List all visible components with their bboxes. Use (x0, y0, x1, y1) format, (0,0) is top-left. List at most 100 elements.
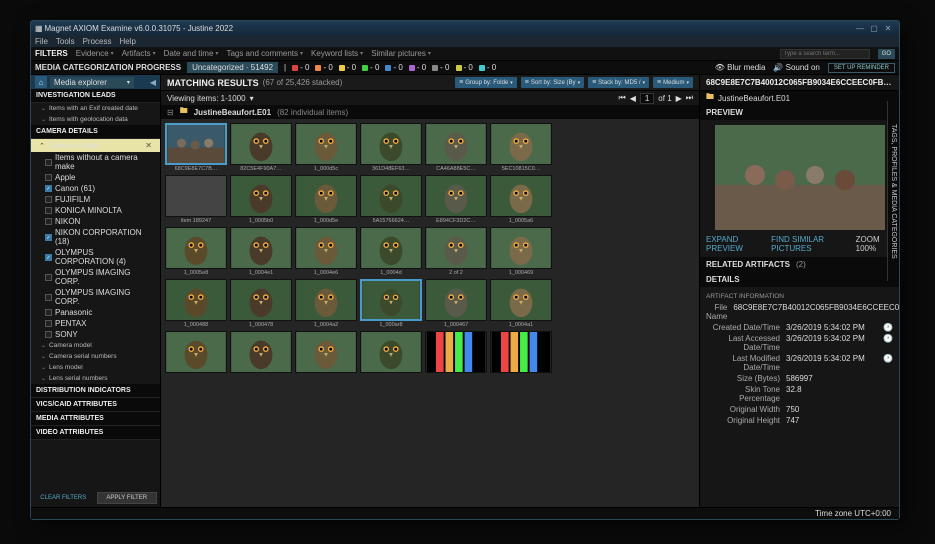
close-icon[interactable]: ✕ (881, 24, 895, 33)
menu-file[interactable]: File (35, 37, 48, 46)
go-button[interactable]: GO (878, 49, 895, 59)
checkbox[interactable] (45, 207, 52, 214)
checkbox[interactable] (45, 320, 52, 327)
checkbox[interactable] (45, 331, 52, 338)
thumb-size-dropdown[interactable]: Medium (653, 77, 693, 88)
group-by-dropdown[interactable]: Group by: Folde (455, 77, 517, 88)
section-head[interactable]: MEDIA ATTRIBUTES (31, 412, 160, 426)
thumbnail[interactable]: 1_0004e6 (295, 227, 357, 277)
category-chip[interactable]: - 0 (432, 63, 449, 72)
camera-make-item[interactable]: FUJIFILM (31, 194, 160, 205)
sort-by-dropdown[interactable]: Sort by: Size (By (521, 77, 584, 88)
related-artifacts-head[interactable]: RELATED ARTIFACTS(2)⌄ (700, 257, 899, 272)
details-head[interactable]: DETAILS⌃ (700, 272, 899, 287)
apply-filter-button[interactable]: APPLY FILTER (97, 492, 158, 504)
first-page-icon[interactable]: ⏮ (618, 93, 625, 103)
filter-evidence[interactable]: Evidence (76, 49, 114, 58)
thumbnail[interactable]: 2 of 2 (425, 227, 487, 277)
thumbnail[interactable]: 1_0005a6 (490, 175, 552, 225)
camera-make-item[interactable]: KONICA MINOLTA (31, 205, 160, 216)
preview-image[interactable] (715, 125, 885, 230)
section-head[interactable]: VICS/CAID ATTRIBUTES (31, 398, 160, 412)
checkbox[interactable] (45, 234, 52, 241)
thumbnail[interactable]: 1_0005e8 (165, 227, 227, 277)
thumbnail[interactable] (490, 331, 552, 375)
detail-breadcrumb[interactable]: JustineBeaufort.E01 (718, 94, 790, 103)
filter-artifacts[interactable]: Artifacts (122, 49, 156, 58)
category-chip[interactable]: - 0 (339, 63, 356, 72)
clock-icon[interactable]: 🕐 (883, 323, 893, 332)
thumbnail[interactable] (360, 331, 422, 375)
checkbox[interactable] (45, 254, 52, 261)
last-page-icon[interactable]: ⏭ (686, 93, 693, 103)
thumbnail[interactable]: 361D48EF63… (360, 123, 422, 173)
filter-keyword-lists[interactable]: Keyword lists (311, 49, 363, 58)
thumbnail[interactable] (425, 331, 487, 375)
thumbnail[interactable] (230, 331, 292, 375)
camera-make-item[interactable]: OLYMPUS CORPORATION (4) (31, 247, 160, 267)
menu-process[interactable]: Process (83, 37, 112, 46)
uncategorized-chip[interactable]: Uncategorized · 51492 (187, 62, 278, 73)
thumbnail[interactable] (295, 331, 357, 375)
blur-toggle[interactable]: 👁 Blur media (715, 63, 766, 72)
home-icon[interactable]: ⌂ (35, 76, 47, 88)
camera-make-group[interactable]: Camera make✕ (31, 139, 160, 152)
thumbnail[interactable]: 68C9E8E7C7B… (165, 123, 227, 173)
thumbnail[interactable]: CA46A88E5C… (425, 123, 487, 173)
clock-icon[interactable]: 🕐 (883, 334, 893, 352)
camera-make-item[interactable]: PENTAX (31, 318, 160, 329)
camera-make-item[interactable]: Panasonic (31, 307, 160, 318)
checkbox[interactable] (45, 274, 52, 281)
checkbox[interactable] (45, 185, 52, 192)
thumbnail[interactable]: 1_0004d (360, 227, 422, 277)
lead-item[interactable]: Items with geolocation data (31, 114, 160, 125)
minimize-icon[interactable]: — (853, 24, 867, 33)
thumbnail[interactable] (165, 331, 227, 375)
thumbnail[interactable]: 1_000467 (425, 279, 487, 329)
next-page-icon[interactable]: ▶ (676, 94, 682, 103)
thumbnail[interactable]: 1_0004e1 (230, 227, 292, 277)
thumbnail[interactable]: 1_0005b0 (230, 175, 292, 225)
camera-make-item[interactable]: OLYMPUS IMAGING CORP. (31, 287, 160, 307)
thumbnail[interactable]: 1_0004a1 (490, 279, 552, 329)
section-head[interactable]: DISTRIBUTION INDICATORS (31, 384, 160, 398)
close-icon[interactable]: ✕ (145, 141, 152, 150)
category-chip[interactable]: - 0 (385, 63, 402, 72)
clear-filters-button[interactable]: CLEAR FILTERS (34, 492, 93, 504)
section-head[interactable]: VIDEO ATTRIBUTES (31, 426, 160, 440)
category-chip[interactable]: - 0 (479, 63, 496, 72)
thumbnail[interactable]: 82C5E4F90A7… (230, 123, 292, 173)
thumbnail[interactable]: 5A15766624… (360, 175, 422, 225)
lead-item[interactable]: Items with an Exif created date (31, 103, 160, 114)
filter-tags-and-comments[interactable]: Tags and comments (226, 49, 303, 58)
checkbox[interactable] (45, 294, 52, 301)
thumbnail[interactable]: 5EC10815C0… (490, 123, 552, 173)
filter-date-and-time[interactable]: Date and time (164, 49, 219, 58)
thumbnail[interactable]: 1_000478 (230, 279, 292, 329)
expand-preview-link[interactable]: EXPAND PREVIEW (706, 235, 763, 253)
category-chip[interactable]: - 0 (409, 63, 426, 72)
checkbox[interactable] (45, 196, 52, 203)
sound-toggle[interactable]: 🔊 Sound on (773, 63, 819, 72)
thumbnail[interactable]: 1_000ar8 (360, 279, 422, 329)
search-input[interactable] (780, 49, 870, 59)
tags-categories-tab[interactable]: TAGS, PROFILES & MEDIA CATEGORIES (887, 101, 899, 281)
thumbnail[interactable]: 1_000488 (165, 279, 227, 329)
thumbnail[interactable]: 1_000d5c (295, 123, 357, 173)
thumbnail[interactable]: 1_0004a2 (295, 279, 357, 329)
checkbox[interactable] (45, 174, 52, 181)
camera-make-item[interactable]: NIKON (31, 216, 160, 227)
find-similar-link[interactable]: FIND SIMILAR PICTURES (771, 235, 847, 253)
filter-similar-pictures[interactable]: Similar pictures (371, 49, 431, 58)
category-chip[interactable]: - 0 (315, 63, 332, 72)
camera-subsection[interactable]: Lens model (31, 362, 160, 373)
camera-make-item[interactable]: NIKON CORPORATION (18) (31, 227, 160, 247)
thumbnail[interactable]: 1_000469 (490, 227, 552, 277)
camera-make-item[interactable]: Apple (31, 172, 160, 183)
camera-subsection[interactable]: Camera serial numbers (31, 351, 160, 362)
setup-reminder-button[interactable]: SET UP REMINDER (828, 63, 895, 73)
prev-page-icon[interactable]: ◀ (630, 94, 636, 103)
media-explorer-dropdown[interactable]: Media explorer (50, 77, 134, 88)
menu-tools[interactable]: Tools (56, 37, 75, 46)
checkbox[interactable] (45, 309, 52, 316)
